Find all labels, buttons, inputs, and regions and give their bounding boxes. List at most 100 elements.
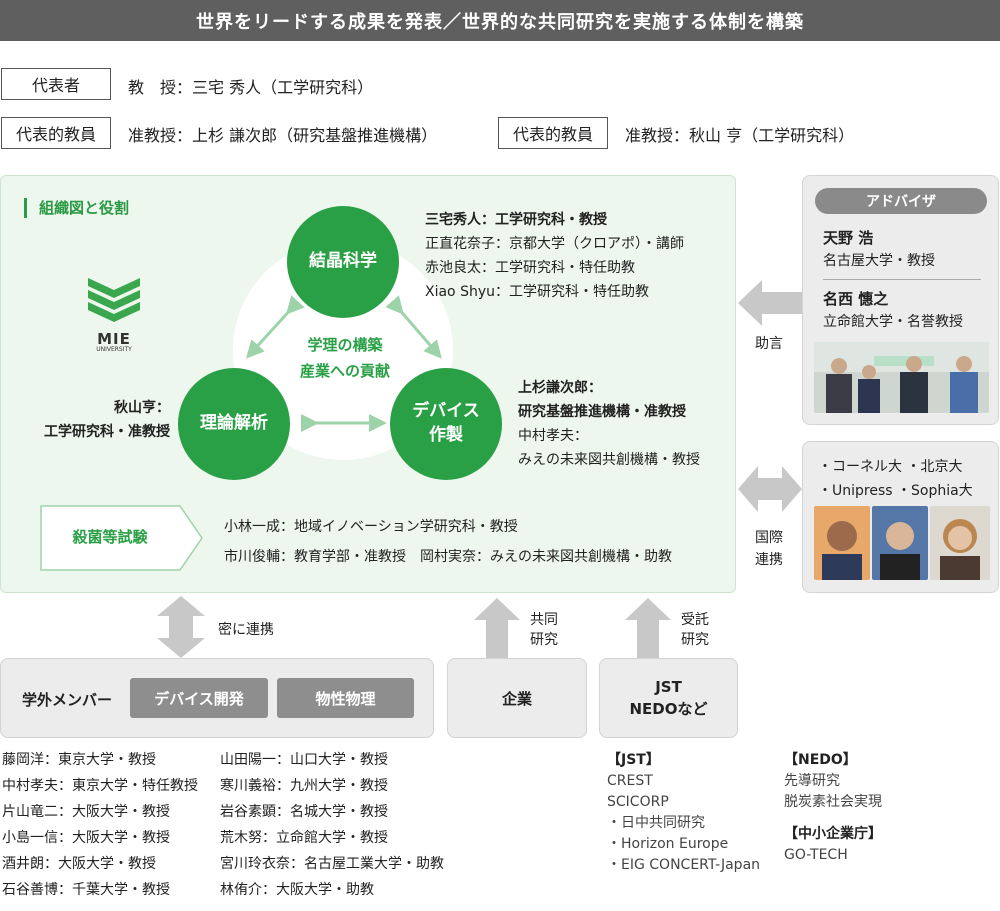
theory-members: 秋山亨： 工学研究科・准教授 [20,396,170,444]
advisor-name-1: 天野 浩 [823,229,874,247]
advisor-name-2: 名西 憓之 [823,290,889,308]
crystal-member: 三宅秀人：工学研究科・教授 [425,212,607,228]
jst-label: JST [655,678,682,696]
center-label-1: 学理の構築 [307,336,383,354]
theory-member-aff: 工学研究科・准教授 [44,424,170,440]
joint-label-2: 研究 [530,632,558,648]
list-item: 片山竜二：大阪大学・教授 [2,804,170,820]
contract-label-2: 研究 [681,632,709,648]
external-members-right: 山田陽一：山口大学・教授 寒川義裕：九州大学・教授 岩谷素顕：名城大学・教授 荒… [220,747,444,903]
international-label: 国際 連携 [755,527,783,571]
org-title: 組織図と役割 [24,198,129,218]
list-item: 荒木努：立命館大学・教授 [220,830,388,846]
solid-state-physics-tag: 物性物理 [277,678,414,718]
list-item: ・EIG CONCERT-Japan [607,857,761,873]
sterilization-members: 小林一成：地域イノベーション学研究科・教授 市川俊輔：教育学部・准教授 岡村実奈… [224,512,672,572]
representative-tag: 代表者 [1,68,111,100]
international-arrow [738,466,802,512]
list-item: 山田陽一：山口大学・教授 [220,752,388,768]
collaborator-photo-3 [930,506,990,580]
nedo-label: NEDOなど [629,700,708,718]
external-members-left: 藤岡洋：東京大学・教授 中村孝夫：東京大学・特任教授 片山竜二：大阪大学・教授 … [2,747,198,903]
member2-tag: 代表的教員 [498,117,608,149]
list-item: ・Horizon Europe [607,836,729,852]
list-item: GO-TECH [784,847,848,863]
crystal-member: 正直花奈子：京都大学（クロアポ）・講師 [425,236,684,252]
member1-value: 准教授：上杉 謙次郎（研究基盤推進機構） [128,126,438,145]
logo-text: MIE [97,330,131,348]
crystal-members: 三宅秀人：工学研究科・教授 正直花奈子：京都大学（クロアポ）・講師 赤池良太：工… [425,208,684,304]
joint-label-1: 共同 [530,612,558,628]
sterilization-label: 殺菌等試験 [72,528,148,546]
list-item: 寒川義裕：九州大学・教授 [220,778,388,794]
joint-research-label: 共同 研究 [530,610,558,650]
list-item: 中村孝夫：東京大学・特任教授 [2,778,198,794]
list-item: 脱炭素社会実現 [784,794,882,810]
jst-nedo-box: JST NEDOなど [599,658,738,738]
jst-programs: 【JST】 CREST SCICORP ・日中共同研究 ・Horizon Eur… [607,750,760,876]
advisor-head: アドバイザ [815,188,987,214]
company-label: 企業 [501,689,532,708]
list-item: 【JST】 [607,752,660,768]
international-line-2: ・Unipress ・Sophia大 [818,483,973,499]
list-item: 石谷善博：千葉大学・教授 [2,882,170,898]
sterilization-member: 市川俊輔：教育学部・准教授 岡村実奈：みえの未来図共創機構・助教 [224,549,672,565]
device-development-tag: デバイス開発 [130,678,268,718]
device-members: 上杉謙次郎： 研究基盤推進機構・准教授 中村孝夫： みえの未来図共創機構・教授 [518,376,700,472]
list-item: CREST [607,773,653,789]
representative-value: 教 授：三宅 秀人（工学研究科） [128,78,374,97]
nedo-programs: 【NEDO】 先導研究 脱炭素社会実現 [784,750,882,813]
company-box: 企業 [447,658,587,738]
list-item: ・日中共同研究 [607,815,705,831]
sme-programs: 【中小企業庁】 GO-TECH [784,824,882,866]
advisor-divider [823,279,981,280]
mie-university-logo: MIE UNIVERSITY [84,276,144,353]
list-item: SCICORP [607,794,669,810]
contract-label-1: 受託 [681,612,709,628]
list-item: 先導研究 [784,773,840,789]
sterilization-member: 小林一成：地域イノベーション学研究科・教授 [224,519,518,535]
close-link-arrow [157,596,205,658]
theory-member-name: 秋山亨： [114,400,170,416]
logo-subtext: UNIVERSITY [96,346,132,353]
page-banner: 世界をリードする成果を発表／世界的な共同研究を実施する体制を構築 [0,0,1000,41]
advisor-aff-2: 立命館大学・名誉教授 [823,314,963,330]
close-link-label: 密に連携 [218,622,274,638]
advisor-aff-1: 名古屋大学・教授 [823,253,935,269]
advisor-photo [814,342,989,413]
international-line-1: ・コーネル大 ・北京大 [818,459,963,475]
list-item: 【NEDO】 [784,752,857,768]
advice-arrow [738,280,802,326]
contract-research-label: 受託 研究 [681,610,709,650]
center-label-2: 産業への貢献 [299,362,390,380]
list-item: 【中小企業庁】 [784,826,882,842]
list-item: 小島一信：大阪大学・教授 [2,830,170,846]
device-member: みえの未来図共創機構・教授 [518,452,700,468]
collaborator-photo-2 [872,506,928,580]
circle-device-label-1: デバイス [412,401,480,422]
crystal-member: 赤池良太：工学研究科・特任助教 [425,260,635,276]
list-item: 岩谷素顕：名城大学・教授 [220,804,388,820]
device-member: 研究基盤推進機構・准教授 [518,404,686,420]
device-member: 上杉謙次郎： [518,380,602,396]
circle-device-fabrication: デバイス 作製 [390,368,502,480]
crystal-member: Xiao Shyu：工学研究科・特任助教 [425,284,649,300]
member1-tag: 代表的教員 [1,117,111,149]
advice-label: 助言 [755,336,783,352]
list-item: 藤岡洋：東京大学・教授 [2,752,156,768]
center-label: 学理の構築 産業への貢献 [280,332,410,384]
joint-research-arrow [474,598,520,658]
circle-theory-label: 理論解析 [200,413,268,434]
circle-crystal-label: 結晶科学 [309,251,377,272]
circle-device-label-2: 作製 [429,425,463,445]
logo-mark-icon [88,278,140,322]
external-members-label: 学外メンバー [22,691,113,709]
list-item: 宮川玲衣奈：名古屋工業大学・助教 [220,856,444,872]
contract-research-arrow [625,598,671,658]
circle-theory-analysis: 理論解析 [178,368,290,480]
list-item: 酒井朗：大阪大学・教授 [2,856,156,872]
list-item: 林侑介：大阪大学・助教 [220,882,374,898]
member2-value: 准教授：秋山 亨（工学研究科） [625,126,855,145]
collaborator-photo-1 [814,506,870,580]
circle-crystal-science: 結晶科学 [287,206,399,318]
